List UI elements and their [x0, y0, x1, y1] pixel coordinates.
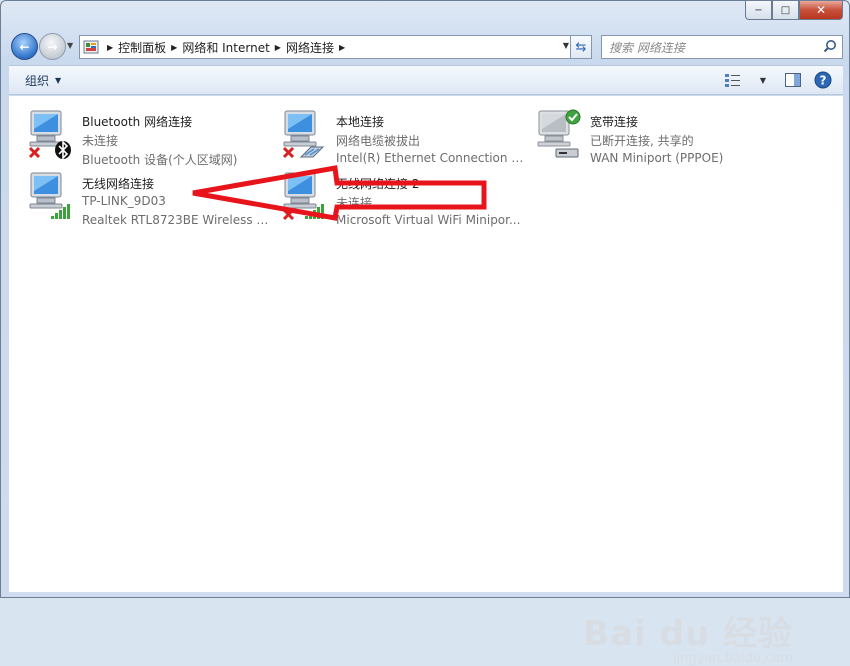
address-history-dropdown[interactable]: ▼ [563, 41, 569, 50]
close-button[interactable]: ✕ [799, 1, 843, 20]
breadcrumb-network-connections[interactable]: 网络连接 [286, 39, 334, 56]
connection-local-ethernet[interactable]: 本地连接 网络电缆被拔出 Intel(R) Ethernet Connectio… [273, 105, 526, 165]
connection-device: Microsoft Virtual WiFi Minipor... [336, 213, 521, 227]
disconnected-x-icon [282, 146, 295, 159]
search-icon[interactable] [823, 39, 837, 56]
check-mark-icon [565, 109, 581, 125]
breadcrumb-control-panel[interactable]: 控制面板 [118, 39, 166, 56]
disconnected-x-icon [282, 208, 295, 221]
command-bar: 组织 ▼ ▼ ? [9, 65, 843, 95]
refresh-icon: ⇆ [575, 39, 587, 55]
connection-device: Intel(R) Ethernet Connection I2... [336, 151, 526, 165]
ethernet-cable-icon [299, 146, 325, 158]
disconnected-x-icon [28, 146, 41, 159]
recent-pages-dropdown[interactable]: ▼ [67, 41, 73, 50]
connection-name: 本地连接 [336, 115, 385, 129]
navigation-bar: ← → ▼ ▶ 控制面板 ▶ 网络和 Internet ▶ 网络连接 ▶ ▼ ⇆… [9, 31, 843, 63]
preview-pane-button[interactable] [783, 71, 803, 89]
address-bar[interactable]: ▶ 控制面板 ▶ 网络和 Internet ▶ 网络连接 ▶ ▼ [79, 35, 576, 59]
breadcrumb-separator[interactable]: ▶ [334, 43, 350, 52]
explorer-window: − □ ✕ ← → ▼ ▶ 控制面板 ▶ 网络和 Internet ▶ 网络连接… [0, 0, 850, 666]
maximize-button[interactable]: □ [772, 1, 799, 20]
change-view-button[interactable] [723, 71, 743, 89]
connection-device: Bluetooth 设备(个人区域网) [82, 153, 238, 167]
help-button[interactable]: ? [813, 71, 833, 89]
breadcrumb-separator[interactable]: ▶ [166, 43, 182, 52]
view-options-dropdown[interactable]: ▼ [753, 71, 773, 89]
connection-status: 未连接 [82, 134, 119, 148]
network-computer-icon [27, 109, 73, 160]
svg-text:?: ? [820, 74, 827, 88]
connection-status: 已断开连接, 共享的 [590, 134, 694, 148]
breadcrumb-separator[interactable]: ▶ [270, 43, 286, 52]
bluetooth-icon [55, 140, 71, 160]
connection-status: 网络电缆被拔出 [336, 134, 421, 148]
organize-label: 组织 [25, 73, 50, 88]
connections-list: Bluetooth 网络连接 未连接 Bluetooth 设备(个人区域网) 本… [9, 96, 843, 666]
breadcrumb-separator[interactable]: ▶ [102, 43, 118, 52]
search-box[interactable]: 搜索 网络连接 [601, 35, 843, 59]
command-bar-tools: ▼ ? [723, 71, 833, 89]
connection-wireless-2[interactable]: 无线网络连接 2 未连接 Microsoft Virtual WiFi Mini… [273, 167, 523, 227]
modem-icon [555, 148, 579, 158]
view-icon [725, 74, 740, 87]
search-placeholder: 搜索 网络连接 [609, 40, 685, 55]
connection-broadband[interactable]: 宽带连接 已断开连接, 共享的 WAN Miniport (PPPOE) [527, 105, 777, 165]
minimize-button[interactable]: − [745, 1, 772, 20]
control-panel-icon [80, 36, 102, 58]
network-computer-icon [535, 109, 581, 159]
connection-name: 无线网络连接 2 [336, 177, 420, 191]
forward-button[interactable]: → [39, 33, 66, 60]
network-computer-icon [281, 171, 327, 221]
network-computer-icon [281, 109, 327, 159]
connection-device: Realtek RTL8723BE Wireless L... [82, 213, 272, 227]
connection-name: 宽带连接 [590, 115, 639, 129]
arrow-left-icon: ← [19, 39, 30, 54]
watermark-logo: Bai du 经验 [583, 614, 793, 654]
caption-buttons: − □ ✕ [745, 1, 843, 21]
help-icon: ? [814, 71, 832, 89]
back-button[interactable]: ← [11, 33, 38, 60]
organize-menu[interactable]: 组织 ▼ [25, 72, 61, 89]
connection-status: 未连接 [336, 196, 373, 210]
connection-name: Bluetooth 网络连接 [82, 115, 193, 129]
connection-device: WAN Miniport (PPPOE) [590, 151, 724, 165]
connection-status: TP-LINK_9D03 [82, 194, 166, 208]
chevron-down-icon: ▼ [55, 75, 62, 85]
preview-pane-icon [785, 73, 801, 87]
connection-bluetooth[interactable]: Bluetooth 网络连接 未连接 Bluetooth 设备(个人区域网) [19, 105, 269, 167]
connection-wireless[interactable]: 无线网络连接 TP-LINK_9D03 Realtek RTL8723BE Wi… [19, 167, 272, 227]
breadcrumb-network-internet[interactable]: 网络和 Internet [182, 39, 269, 56]
refresh-button[interactable]: ⇆ [570, 35, 592, 59]
arrow-right-icon: → [47, 39, 58, 54]
network-computer-icon [27, 171, 73, 221]
connection-name: 无线网络连接 [82, 177, 155, 191]
watermark: Bai du 经验 jingyan.baidu.com [583, 606, 793, 666]
